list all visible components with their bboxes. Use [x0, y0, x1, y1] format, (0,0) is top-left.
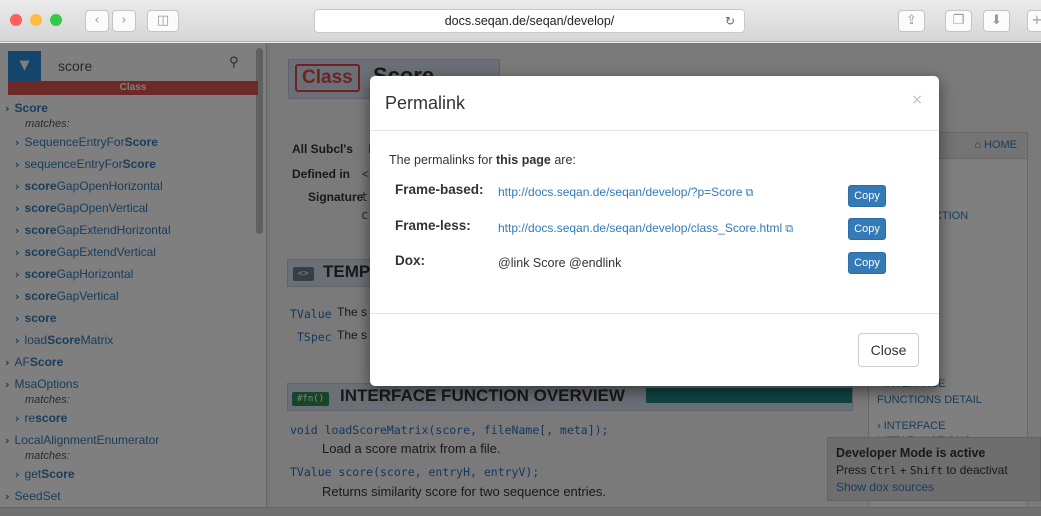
intro-suffix: are: — [554, 153, 576, 167]
external-link-icon: ⧉ — [785, 222, 794, 235]
forward-icon: › — [121, 13, 127, 28]
minimize-window-button[interactable] — [30, 14, 42, 26]
modal-intro: The permalinks for this page are: — [389, 153, 576, 167]
forward-button[interactable]: › — [112, 10, 136, 32]
url-text: docs.seqan.de/seqan/develop/ — [444, 14, 615, 28]
share-button[interactable]: ⇪ — [898, 10, 925, 32]
new-tab-button[interactable]: + — [1027, 10, 1041, 32]
dox-value[interactable]: @link Score @endlink — [498, 256, 621, 270]
copy-frame-based-button[interactable]: Copy — [848, 185, 886, 207]
tabs-icon: ❐ — [952, 13, 965, 28]
modal-footer-divider — [370, 313, 939, 314]
browser-window: ‹ › ◫ docs.seqan.de/seqan/develop/ ↻ ⇪ ❐… — [0, 0, 1041, 516]
download-icon: ⬇ — [991, 13, 1002, 28]
intro-bold: this page — [496, 153, 551, 167]
zoom-window-button[interactable] — [50, 14, 62, 26]
close-button[interactable]: Close — [858, 333, 919, 367]
frame-based-link[interactable]: http://docs.seqan.de/seqan/develop/?p=Sc… — [498, 185, 753, 200]
copy-dox-button[interactable]: Copy — [848, 252, 886, 274]
back-button[interactable]: ‹ — [85, 10, 109, 32]
frame-less-url: http://docs.seqan.de/seqan/develop/class… — [498, 221, 783, 235]
back-icon: ‹ — [94, 13, 100, 28]
browser-toolbar: ‹ › ◫ docs.seqan.de/seqan/develop/ ↻ ⇪ ❐… — [0, 0, 1041, 42]
frame-less-label: Frame-less: — [395, 218, 471, 233]
modal-header: Permalink × — [370, 76, 939, 131]
intro-prefix: The permalinks for — [389, 153, 493, 167]
modal-title: Permalink — [385, 93, 466, 113]
downloads-button[interactable]: ⬇ — [983, 10, 1010, 32]
tabs-overview-button[interactable]: ❐ — [945, 10, 972, 32]
close-window-button[interactable] — [10, 14, 22, 26]
share-icon: ⇪ — [906, 13, 917, 28]
address-bar[interactable]: docs.seqan.de/seqan/develop/ ↻ — [314, 9, 745, 33]
frame-based-label: Frame-based: — [395, 182, 484, 197]
plus-icon: + — [1031, 13, 1041, 28]
sidebar-toggle-button[interactable]: ◫ — [147, 10, 179, 32]
frame-based-url: http://docs.seqan.de/seqan/develop/?p=Sc… — [498, 185, 743, 199]
reload-icon[interactable]: ↻ — [725, 10, 735, 32]
copy-frame-less-button[interactable]: Copy — [848, 218, 886, 240]
dox-label: Dox: — [395, 253, 425, 268]
external-link-icon: ⧉ — [745, 186, 754, 199]
frame-less-link[interactable]: http://docs.seqan.de/seqan/develop/class… — [498, 221, 793, 236]
permalink-modal: Permalink × The permalinks for this page… — [370, 76, 939, 386]
sidebar-icon: ◫ — [156, 13, 170, 28]
close-icon[interactable]: × — [911, 92, 923, 108]
